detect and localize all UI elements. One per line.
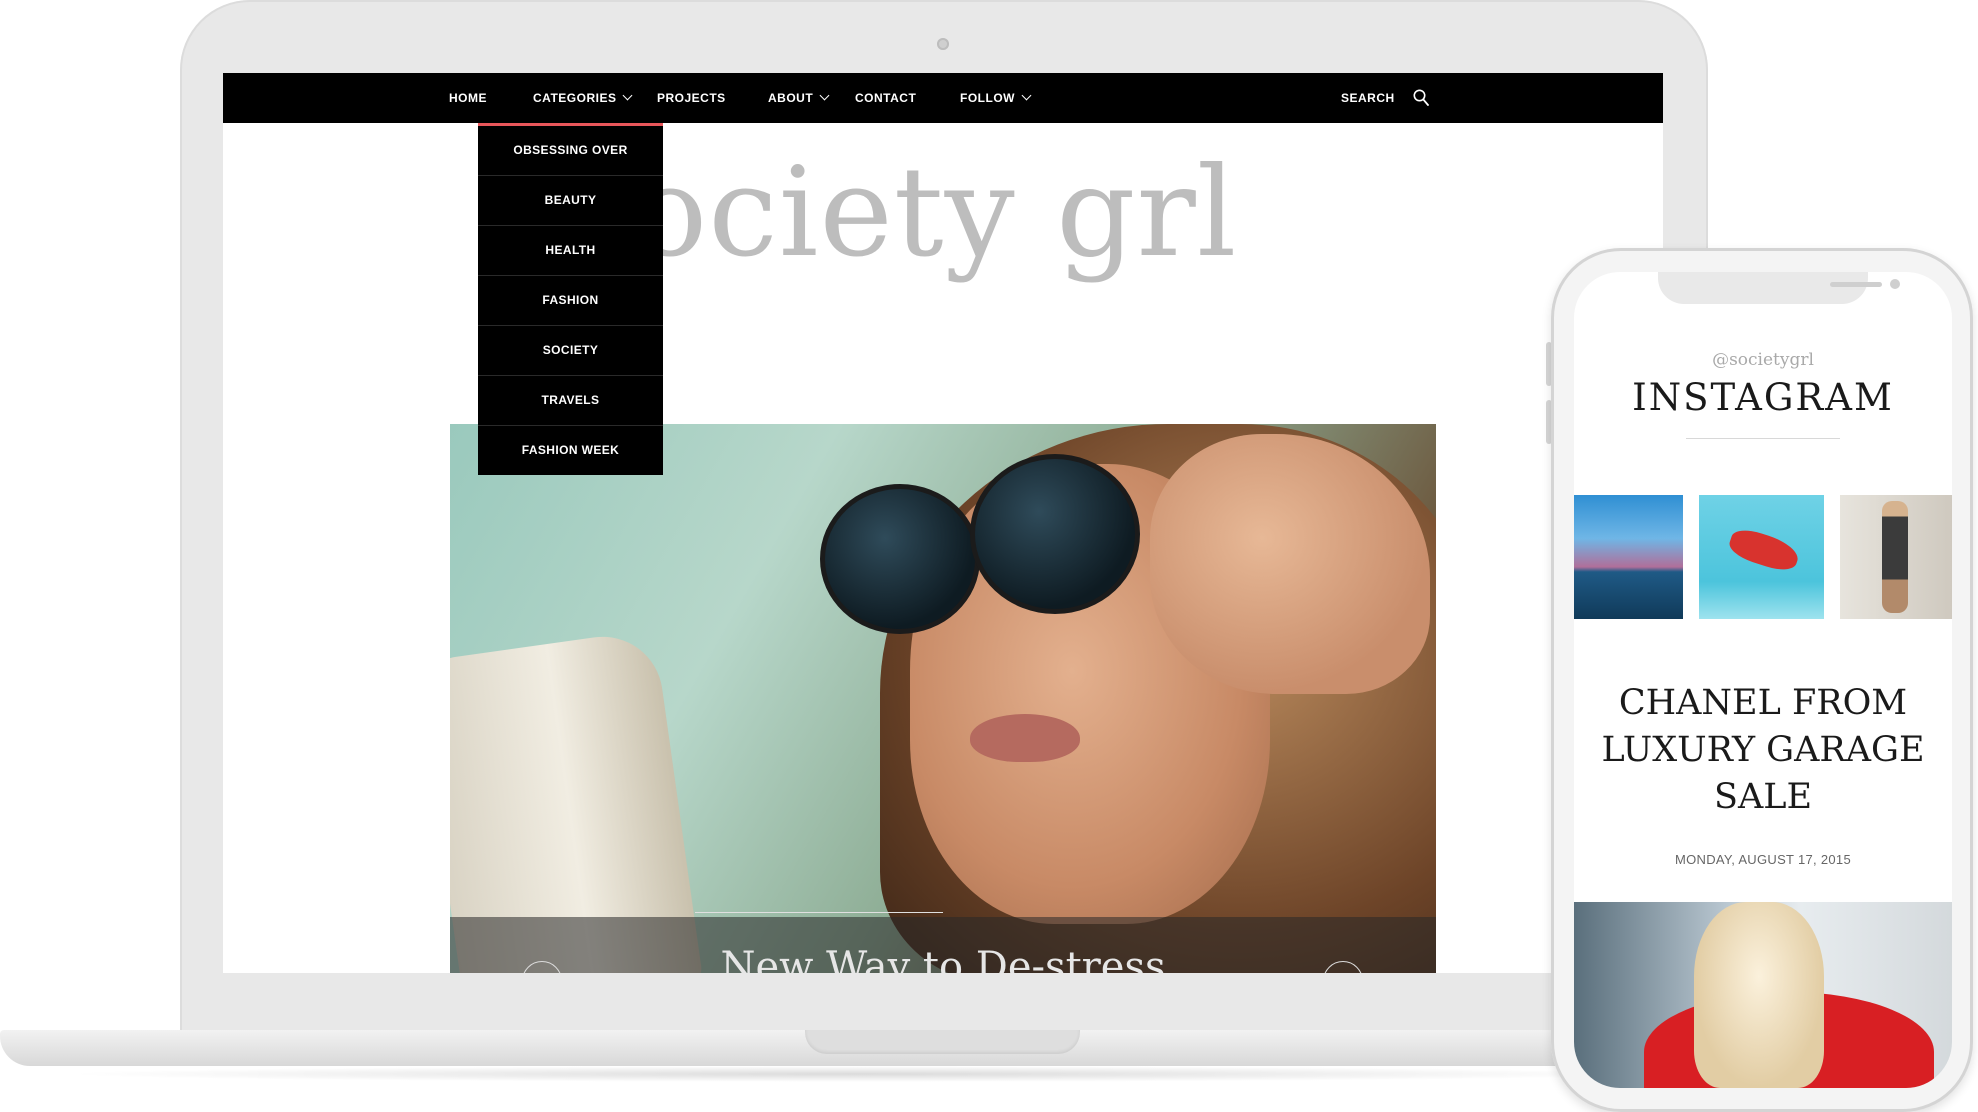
category-health[interactable]: HEALTH [478,226,663,276]
nav-follow-label: FOLLOW [960,91,1015,105]
nav-projects[interactable]: PROJECTS [657,73,726,123]
search-icon[interactable] [1413,89,1429,107]
phone-speaker [1830,282,1882,287]
hero-divider [695,912,943,913]
post-image-hair [1694,902,1824,1088]
search-link[interactable]: SEARCH [1341,73,1395,123]
post-date: MONDAY, AUGUST 17, 2015 [1675,852,1851,867]
site-title: society grl [568,141,1238,285]
category-fashion-week[interactable]: FASHION WEEK [478,426,663,475]
post-title[interactable]: CHANEL FROM LUXURY GARAGE SALE [1574,680,1952,821]
thumbnail-figure [1882,501,1908,613]
category-beauty[interactable]: BEAUTY [478,176,663,226]
instagram-thumbnail[interactable] [1840,495,1952,619]
category-travels[interactable]: TRAVELS [478,376,663,426]
instagram-thumbnail[interactable] [1699,495,1824,619]
nav-about[interactable]: ABOUT [768,73,830,123]
instagram-title: INSTAGRAM [1632,376,1894,419]
laptop-notch [805,1030,1080,1054]
sunglasses-lens-right [970,454,1140,614]
instagram-handle[interactable]: @societygrl [1574,350,1952,370]
chevron-down-icon [623,90,633,101]
instagram-thumbnail[interactable] [1574,495,1683,619]
laptop-shadow [60,1066,1660,1082]
sunglasses-lens-left [820,484,980,634]
hero-slider[interactable]: New Way to De-stress [450,424,1436,973]
thumbnail-figure [1726,524,1802,576]
hero-image-lips [970,714,1080,762]
phone-notch [1658,272,1900,304]
categories-dropdown: OBSESSING OVER BEAUTY HEALTH FASHION SOC… [478,123,663,475]
chevron-down-icon [1021,90,1032,101]
nav-follow[interactable]: FOLLOW [960,73,1032,123]
instagram-divider [1686,438,1840,439]
hero-caption[interactable]: New Way to De-stress [450,944,1436,973]
nav-contact[interactable]: CONTACT [855,73,916,123]
post-image[interactable] [1574,902,1952,1088]
category-obsessing-over[interactable]: OBSESSING OVER [478,126,663,176]
nav-categories[interactable]: CATEGORIES [533,73,633,123]
category-society[interactable]: SOCIETY [478,326,663,376]
phone-front-camera [1890,279,1900,289]
nav-categories-label: CATEGORIES [533,91,617,105]
nav-home[interactable]: HOME [449,73,487,123]
category-fashion[interactable]: FASHION [478,276,663,326]
laptop-screen: HOME CATEGORIES PROJECTS ABOUT CONTACT F… [223,73,1663,973]
laptop-camera [937,38,949,50]
chevron-down-icon [819,90,830,101]
top-navigation: HOME CATEGORIES PROJECTS ABOUT CONTACT F… [223,73,1663,123]
nav-about-label: ABOUT [768,91,814,105]
phone-screen: @societygrl INSTAGRAM CHANEL FROM LUXURY… [1574,272,1952,1088]
